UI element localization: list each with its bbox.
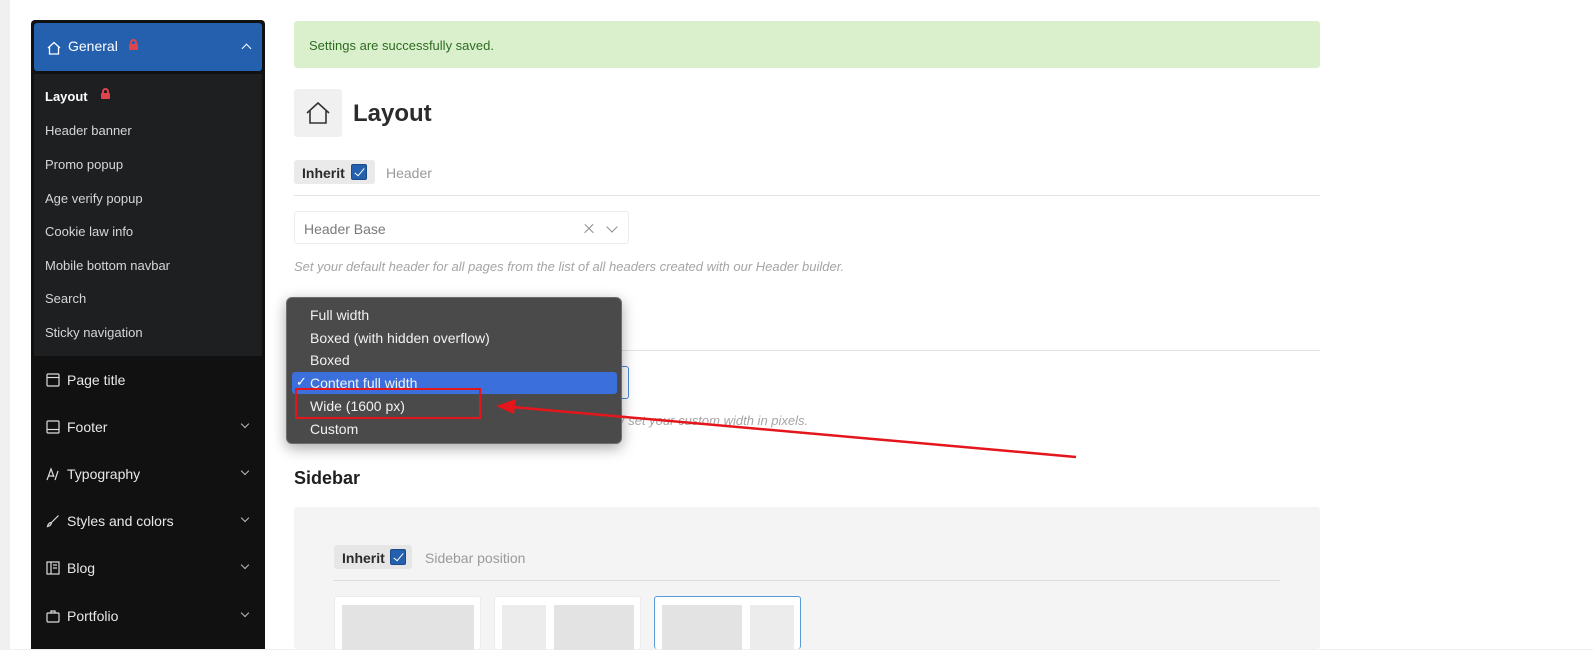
annotation-arrow bbox=[496, 399, 1077, 459]
